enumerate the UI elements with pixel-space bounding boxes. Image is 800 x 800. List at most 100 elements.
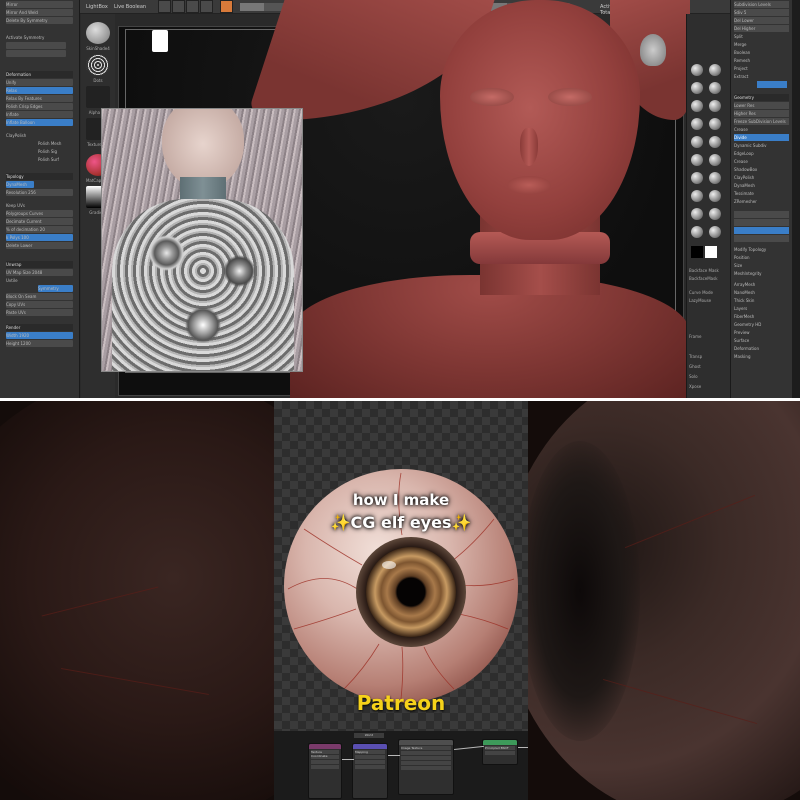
subdiv-levels-button[interactable]: Subdivision Levels [734,1,789,8]
zremesher-label[interactable]: ZRemesher [734,198,789,205]
secondary-color-swatch[interactable] [705,246,717,258]
brush-select-rect-icon[interactable] [709,226,721,238]
node-image-texture[interactable]: Image Texture [398,739,454,795]
masking-label[interactable]: Masking [734,353,789,360]
deformation-panel-label[interactable]: Deformation [734,345,789,352]
boolean-label[interactable]: Boolean [734,49,789,56]
crease-panel-label[interactable]: Crease [734,158,789,165]
solo-label[interactable]: Solo [689,374,698,379]
sdiv-slider[interactable]: Sdiv 5 [734,9,789,16]
lazymouse-label[interactable]: LazyMouse [689,298,711,303]
lightbox-button[interactable]: LightBox [86,0,108,14]
move-mode-button[interactable] [186,0,199,13]
geometry-hd-label[interactable]: Geometry HD [734,321,789,328]
inflate-slider[interactable]: Inflate [6,111,73,118]
node-mapping[interactable]: Mapping [352,743,388,799]
extract-accept-button[interactable] [757,81,787,88]
brush-preview-icon[interactable] [86,22,110,44]
brush-claybuildup-icon[interactable] [709,64,721,76]
remesh-label[interactable]: Remesh [734,57,789,64]
claypolish-panel-label[interactable]: ClayPolish [734,174,789,181]
del-lower-button[interactable]: Del Lower [734,17,789,24]
zremesher-button[interactable] [734,211,789,218]
divide-button[interactable]: Divide [734,134,789,141]
nanomesh-label[interactable]: NanoMesh [734,289,789,296]
zbrush-scrollbar[interactable] [792,0,800,398]
brush-claytubes-icon[interactable] [691,172,703,184]
higher-res-button[interactable]: Higher Res [734,110,789,117]
backface-mask-label[interactable]: Backface Mask [689,268,719,273]
unwrap-header[interactable]: Unwrap [6,261,73,268]
inflate-balloon-slider[interactable]: Inflate Balloon [6,119,73,126]
uvtile-label[interactable]: Uvtile [6,277,73,284]
crease-label[interactable]: Crease [734,126,789,133]
edgeloop-label[interactable]: EdgeLoop [734,150,789,157]
brush-inflate-icon[interactable] [691,136,703,148]
extract-label[interactable]: Extract [734,73,789,80]
brush-move-icon[interactable] [691,82,703,94]
target-polycount-slider[interactable] [734,219,789,226]
brush-zmodeler-icon[interactable] [691,208,703,220]
decimate-current-button[interactable]: Decimate Current [6,218,73,225]
del-higher-button[interactable]: Del Higher [734,25,789,32]
delete-by-symmetry-button[interactable]: Delete By Symmetry [6,17,73,24]
relax-features-button[interactable]: Relax By Features [6,95,73,102]
brush-trimdynamic-icon[interactable] [691,118,703,130]
brush-nudge-icon[interactable] [691,190,703,202]
brush-orb-cracks-icon[interactable] [709,154,721,166]
size-label[interactable]: Size [734,262,789,269]
polish-surf-label[interactable]: Polish Surf [38,156,73,163]
frame-label[interactable]: Frame [689,334,701,339]
brush-slash-icon[interactable] [691,154,703,166]
preview-label[interactable]: Preview [734,329,789,336]
node-principled-bsdf[interactable]: Principled BSDF [482,739,518,765]
brush-flatten-icon[interactable] [709,136,721,148]
backfacemask-label[interactable]: BackfaceMask [689,276,718,281]
render-width-slider[interactable]: Width 1920 [6,332,73,339]
brush-hpolish-icon[interactable] [709,100,721,112]
mirror-weld-button[interactable]: Mirror And Weld [6,9,73,16]
transp-label[interactable]: Transp [689,354,702,359]
fibermesh-label[interactable]: FiberMesh [734,313,789,320]
dynamesh-panel-label[interactable]: DynaMesh [734,182,789,189]
dynamic-subdiv-label[interactable]: Dynamic Subdiv [734,142,789,149]
symmetry-xyz[interactable] [6,42,66,49]
copy-uvs-button[interactable]: Copy UVs [6,301,73,308]
block-seam-button[interactable]: Block On Seam [6,293,73,300]
resolution-slider[interactable]: Resolution 256 [6,189,73,196]
stroke-dots-icon[interactable] [86,54,110,76]
node-texture-coordinate[interactable]: Texture Coordinate [308,743,342,799]
merge-label[interactable]: Merge [734,41,789,48]
brush-morph-icon[interactable] [709,172,721,184]
brush-select-lasso-icon[interactable] [691,226,703,238]
shadowbox-label[interactable]: ShadowBox [734,166,789,173]
polish-mesh-label[interactable]: Polish Mesh [38,140,73,147]
decimation-percent-slider[interactable]: % of decimation 20 [6,226,73,233]
kpolys-slider[interactable]: k Polys 100 [6,234,73,241]
draw-mode-button[interactable] [172,0,185,13]
position-label[interactable]: Position [734,254,789,261]
scale-mode-button[interactable] [200,0,213,13]
relax-slider[interactable]: Relax [6,87,73,94]
modify-topology-label[interactable]: Modify Topology [734,246,789,253]
topology-header[interactable]: Topology [6,173,73,180]
split-label[interactable]: Split [734,33,789,40]
ghost-label[interactable]: Ghost [689,364,701,369]
mirror-button[interactable]: Mirror [6,1,73,8]
paste-uvs-button[interactable]: Paste UVs [6,309,73,316]
render-header[interactable]: Render [6,324,73,331]
polish-sig-label[interactable]: Polish Sig [38,148,73,155]
layers-label[interactable]: Layers [734,305,789,312]
lower-res-button[interactable]: Lower Res [734,102,789,109]
patreon-label[interactable]: Patreon [274,691,528,715]
polygroups-curves-button[interactable]: Polygroups Curves [6,210,73,217]
xpose-label[interactable]: Xpose [689,384,701,389]
claypolish-label[interactable]: ClayPolish [6,132,73,139]
uv-map-size-slider[interactable]: UV Map Size 2048 [6,269,73,276]
symmetry-toggle[interactable]: Symmetry [38,285,73,292]
geometry-header[interactable]: Geometry [734,94,789,101]
unify-button[interactable]: Unify [6,79,73,86]
thick-skin-label[interactable]: Thick Skin [734,297,789,304]
arraymesh-label[interactable]: ArrayMesh [734,281,789,288]
live-boolean-button[interactable]: Live Boolean [114,0,146,14]
